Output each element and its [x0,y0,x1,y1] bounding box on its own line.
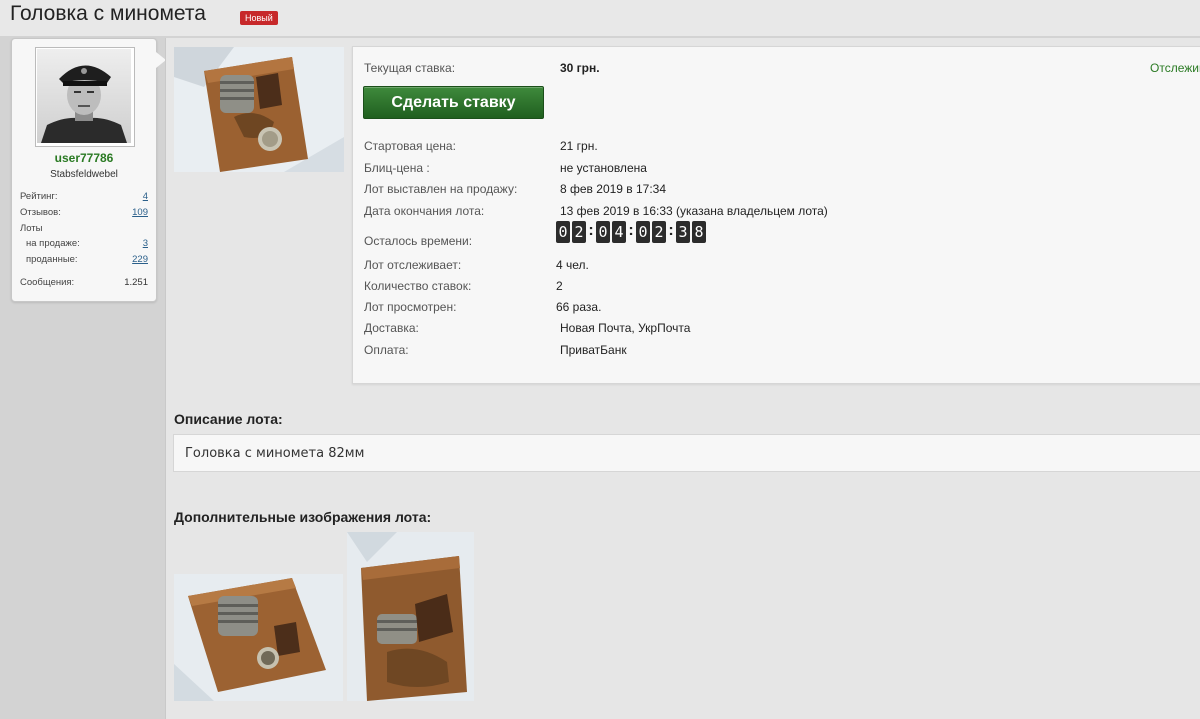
start-price-label: Стартовая цена: [364,139,456,153]
time-left-label: Осталось времени: [364,234,473,248]
timer-separator: : [588,222,594,239]
delivery-value: Новая Почта, УкрПочта [560,321,691,335]
stat-messages-value: 1.251 [124,277,148,288]
page-title: Головка с миномета [10,2,206,25]
views-value: 66 раза. [556,300,602,314]
stat-on-sale-label: на продаже: [26,238,80,249]
listed-date-value: 8 фев 2019 в 17:34 [560,182,667,196]
place-bid-button[interactable]: Сделать ставку [363,86,544,119]
blitz-price-label: Блиц-цена : [364,161,430,175]
views-label: Лот просмотрен: [364,300,457,314]
end-date-label: Дата окончания лота: [364,204,485,218]
payment-label: Оплата: [364,343,409,357]
stat-rating-label: Рейтинг: [20,191,58,202]
stat-messages: Сообщения: 1.251 [20,277,148,290]
listed-date-label: Лот выставлен на продажу: [364,182,518,196]
bids-count-value: 2 [556,279,563,293]
stat-reviews-value[interactable]: 109 [132,207,148,218]
stat-sold: проданные: 229 [20,254,148,267]
timer-digit: 2 [572,221,586,243]
current-bid-value: 30 грн. [560,61,600,75]
description-heading: Описание лота: [174,411,283,427]
stat-reviews: Отзывов: 109 [20,207,148,220]
timer-separator: : [668,222,674,239]
stat-rating: Рейтинг: 4 [20,191,148,204]
stat-messages-label: Сообщения: [20,277,75,288]
payment-value: ПриватБанк [560,343,627,357]
timer-digit: 4 [612,221,626,243]
user-rank: Stabsfeldwebel [50,169,118,180]
extra-image-thumbnail[interactable] [174,574,343,701]
timer-digit: 0 [636,221,650,243]
stat-on-sale: на продаже: 3 [20,238,148,251]
watch-link[interactable]: Отслеживать [1150,61,1200,75]
bids-count-label: Количество ставок: [364,279,472,293]
timer-separator: : [628,222,634,239]
extra-image-thumbnail[interactable] [347,532,474,701]
timer-digit: 0 [596,221,610,243]
current-bid-label: Текущая ставка: [364,61,456,75]
timer-digit: 0 [556,221,570,243]
end-date-value: 13 фев 2019 в 16:33 (указана владельцем … [560,204,828,218]
stat-lots-label: Лоты [20,223,43,234]
lot-info-panel: Текущая ставка: 30 грн. Отслеживать Сдел… [352,46,1200,384]
description-text: Головка с миномета 82мм [185,446,365,461]
stat-lots: Лоты [20,223,148,236]
stat-sold-value[interactable]: 229 [132,254,148,265]
username[interactable]: user77786 [12,151,156,165]
stat-sold-label: проданные: [26,254,78,265]
watchers-label: Лот отслеживает: [364,258,462,272]
main-lot-photo[interactable] [174,47,344,172]
start-price-value: 21 грн. [560,139,598,153]
description-box: Головка с миномета 82мм [173,434,1200,472]
title-bar: Головка с миномета Новый [0,0,1200,36]
stat-reviews-label: Отзывов: [20,207,61,218]
timer-digit: 8 [692,221,706,243]
extra-images-heading: Дополнительные изображения лота: [174,509,432,525]
stat-on-sale-value[interactable]: 3 [143,238,148,249]
user-card: user77786 Stabsfeldwebel Рейтинг: 4 Отзы… [11,38,166,302]
timer-digit: 3 [676,221,690,243]
new-badge: Новый [240,11,278,25]
watchers-value: 4 чел. [556,258,589,272]
stat-rating-value[interactable]: 4 [143,191,148,202]
avatar[interactable] [35,47,135,147]
blitz-price-value: не установлена [560,161,647,175]
delivery-label: Доставка: [364,321,419,335]
timer-digit: 2 [652,221,666,243]
